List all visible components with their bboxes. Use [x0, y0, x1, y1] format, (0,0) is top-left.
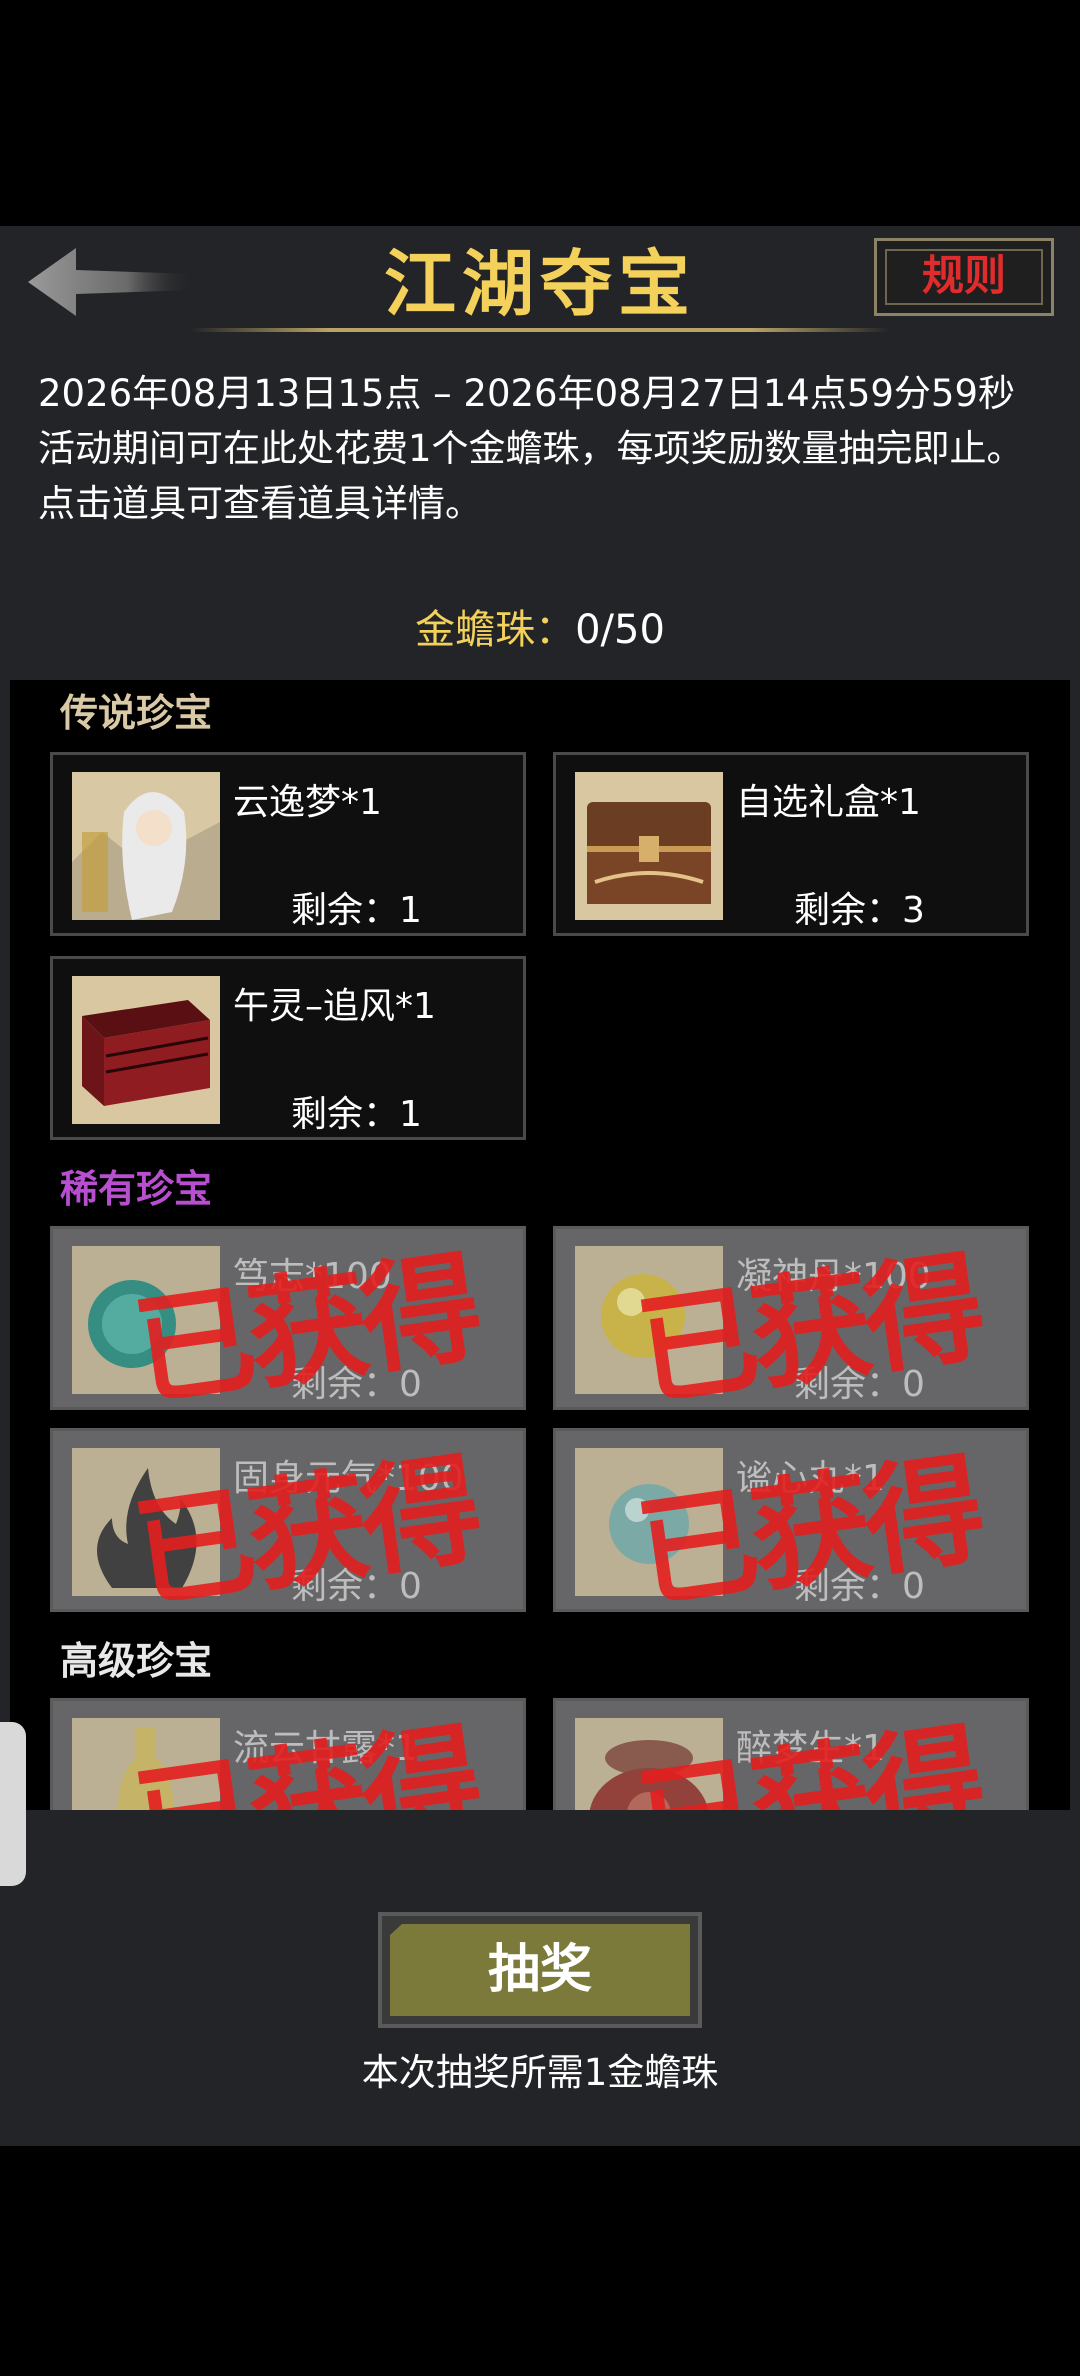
- obtained-stamp: 已获得: [126, 1708, 485, 1810]
- prize-card[interactable]: 云逸梦*1 剩余：1: [50, 752, 526, 936]
- prize-list[interactable]: 传说珍宝 云逸梦*1 剩余：1 自选礼盒*1 剩余：3 午灵–追风*1 剩余：1…: [10, 680, 1070, 1810]
- prize-card[interactable]: 自选礼盒*1 剩余：3: [553, 752, 1029, 936]
- prize-card[interactable]: 谧心丸*1 剩余：0 已获得: [553, 1428, 1029, 1626]
- draw-cost-note: 本次抽奖所需1金蟾珠: [361, 2051, 719, 2094]
- obtained-stamp: 已获得: [629, 1708, 988, 1810]
- rules-button-label: 规则: [921, 251, 1006, 300]
- prize-remaining: 剩余：1: [291, 890, 422, 931]
- obtained-stamp: 已获得: [126, 1236, 485, 1425]
- currency-counter: 金蟾珠：0/50: [0, 600, 1080, 660]
- obtained-stamp: 已获得: [629, 1236, 988, 1425]
- prize-card[interactable]: 凝神丹*100 剩余：0 已获得: [553, 1226, 1029, 1424]
- prize-name: 午灵–追风*1: [233, 986, 436, 1027]
- character-portrait-icon: [72, 772, 220, 920]
- currency-label: 金蟾珠：: [415, 607, 576, 653]
- side-drawer-handle[interactable]: [0, 1722, 26, 1886]
- wooden-chest-icon: [575, 772, 723, 920]
- event-period: 2026年08月13日15点 – 2026年08月27日14点59分59秒: [38, 372, 1015, 415]
- section-title-legendary: 传说珍宝: [60, 691, 213, 735]
- prize-card[interactable]: 午灵–追风*1 剩余：1: [50, 956, 526, 1140]
- prize-card[interactable]: 流云甘露*1 已获得: [50, 1698, 526, 1810]
- event-rule-text: 活动期间可在此处花费1个金蟾珠，每项奖励数量抽完即止。: [38, 427, 1024, 470]
- obtained-stamp: 已获得: [126, 1438, 485, 1627]
- obtained-stamp: 已获得: [629, 1438, 988, 1627]
- title-divider: [190, 328, 890, 332]
- prize-card[interactable]: 笃志*100 剩余：0 已获得: [50, 1226, 526, 1424]
- event-description: 2026年08月13日15点 – 2026年08月27日14点59分59秒 活动…: [38, 366, 1048, 531]
- event-hint-text: 点击道具可查看道具详情。: [38, 482, 482, 525]
- section-title-rare: 稀有珍宝: [60, 1167, 213, 1211]
- prize-remaining: 剩余：3: [794, 890, 925, 931]
- prize-card[interactable]: 固身元气*100 剩余：0 已获得: [50, 1428, 526, 1626]
- currency-value: 0/50: [575, 607, 665, 653]
- red-box-icon: [72, 976, 220, 1124]
- draw-button-label: 抽奖: [487, 1940, 592, 2000]
- rules-button[interactable]: 规则: [874, 238, 1054, 316]
- prize-remaining: 剩余：1: [291, 1094, 422, 1135]
- prize-name: 自选礼盒*1: [736, 782, 921, 823]
- draw-button[interactable]: 抽奖: [378, 1912, 702, 2028]
- section-title-advanced: 高级珍宝: [60, 1639, 213, 1683]
- prize-name: 云逸梦*1: [233, 782, 382, 823]
- prize-card[interactable]: 醉梦生*1 已获得: [553, 1698, 1029, 1810]
